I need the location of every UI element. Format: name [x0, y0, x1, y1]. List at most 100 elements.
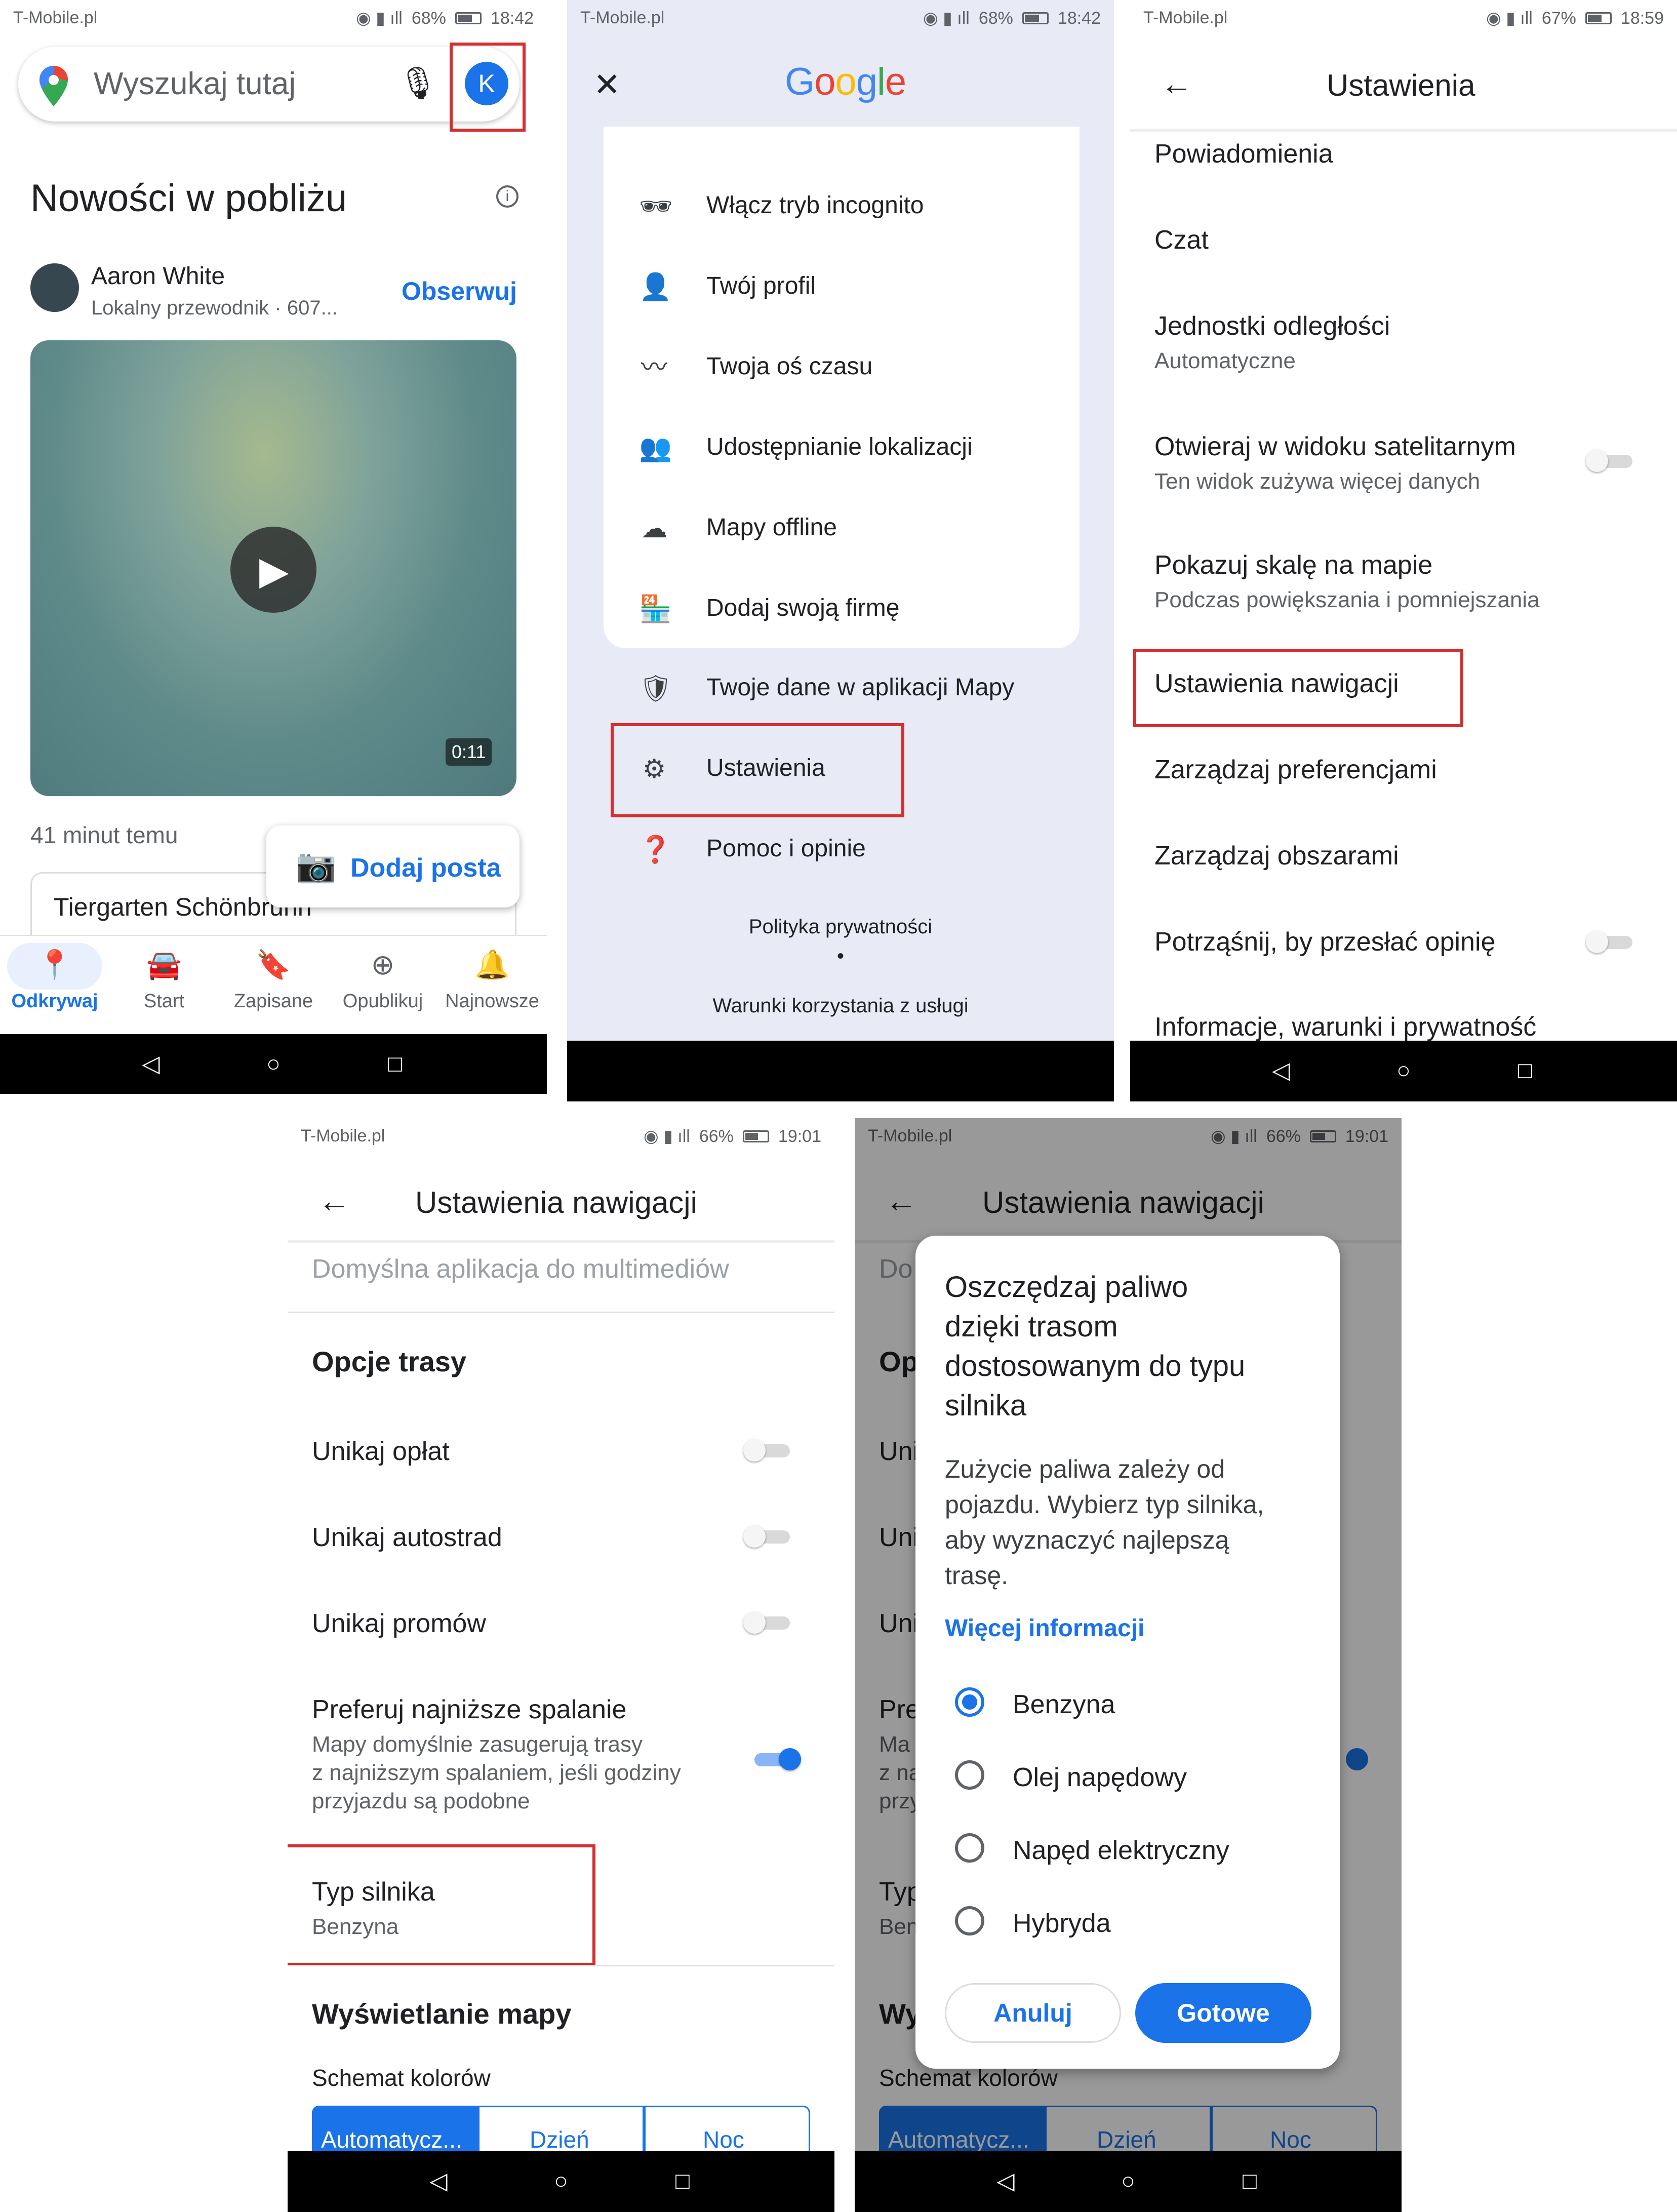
- author-avatar: [30, 263, 79, 312]
- color-scheme-label: Schemat kolorów: [312, 2065, 491, 2091]
- bell-icon: 🔔: [474, 949, 510, 980]
- bottom-nav-item-latest[interactable]: 🔔 Najnowsze: [437, 943, 547, 1029]
- back-nav-icon[interactable]: ◁: [991, 2166, 1020, 2195]
- done-button[interactable]: Gotowe: [1135, 1983, 1311, 2043]
- home-nav-icon[interactable]: ○: [259, 1049, 288, 1078]
- section-title: Nowości w pobliżu: [30, 177, 347, 220]
- header-divider: [1130, 129, 1677, 132]
- eco-route-toggle[interactable]: [750, 1748, 801, 1770]
- option-petrol-label[interactable]: Benzyna: [1013, 1689, 1115, 1720]
- dialog-title-line-4: silnika: [945, 1389, 1027, 1422]
- media-app-setting[interactable]: Domyślna aplikacja do multimediów: [312, 1254, 729, 1284]
- dialog-title-line-3: dostosowanym do typu: [945, 1350, 1246, 1382]
- back-nav-icon[interactable]: ◁: [424, 2166, 453, 2195]
- header-divider: [288, 1240, 834, 1243]
- shield-icon: 🛡: [639, 674, 673, 703]
- setting-about[interactable]: Informacje, warunki i prywatność: [1154, 1012, 1536, 1042]
- author-name[interactable]: Aaron White: [91, 262, 225, 290]
- panel-settings: T-Mobile.pl ◉ ▮ ıll 67% 18:59 ← Ustawienia…: [1130, 0, 1677, 1101]
- back-arrow-icon[interactable]: ←: [1161, 65, 1193, 102]
- menu-item-your-data[interactable]: 🛡 Twoje dane w aplikacji Mapy: [567, 648, 1114, 729]
- highlight-navigation-settings: [1133, 649, 1463, 727]
- avoid-highways-toggle[interactable]: [743, 1525, 794, 1548]
- google-logo: Google: [785, 60, 906, 103]
- eco-route-desc-1: Mapy domyślnie zasugerują trasy: [312, 1732, 643, 1757]
- cancel-button[interactable]: Anuluj: [945, 1983, 1121, 2043]
- setting-satellite[interactable]: Otwieraj w widoku satelitarnym: [1154, 431, 1516, 462]
- bottom-nav-item-publish[interactable]: ⊕ Opublikuj: [328, 943, 437, 1029]
- bookmark-icon: 🔖: [256, 949, 291, 980]
- menu-item-profile[interactable]: 👤 Twój profil: [604, 247, 1080, 327]
- highlight-avatar: [450, 43, 526, 132]
- battery-icon: [455, 12, 482, 24]
- setting-areas[interactable]: Zarządzaj obszarami: [1154, 841, 1399, 871]
- more-info-link[interactable]: Więcej informacji: [945, 1614, 1144, 1642]
- search-input[interactable]: Wyszukaj tutaj: [94, 66, 296, 102]
- recents-nav-icon[interactable]: □: [381, 1049, 409, 1078]
- close-icon[interactable]: ✕: [593, 66, 621, 104]
- menu-item-location-sharing[interactable]: 👥 Udostępnianie lokalizacji: [604, 408, 1080, 488]
- option-hybrid-label[interactable]: Hybryda: [1013, 1908, 1111, 1939]
- back-nav-icon[interactable]: ◁: [137, 1049, 165, 1078]
- menu-item-add-business[interactable]: 🏪 Dodaj swoją firmę: [604, 569, 1080, 649]
- setting-chat[interactable]: Czat: [1154, 225, 1209, 255]
- back-nav-icon[interactable]: ◁: [1267, 1056, 1295, 1084]
- radio-diesel[interactable]: [955, 1760, 984, 1790]
- setting-show-scale[interactable]: Pokazuj skalę na mapie: [1154, 550, 1432, 580]
- menu-item-label: Mapy offline: [706, 514, 837, 541]
- privacy-link[interactable]: Polityka prywatności: [567, 916, 1114, 938]
- setting-distance-units[interactable]: Jednostki odległości: [1154, 311, 1390, 341]
- recents-nav-icon[interactable]: □: [1511, 1056, 1539, 1084]
- recents-nav-icon[interactable]: □: [668, 2166, 697, 2195]
- car-icon: 🚘: [146, 949, 182, 980]
- recents-nav-icon[interactable]: □: [1235, 2166, 1264, 2195]
- menu-item-help[interactable]: ❓ Pomoc i opinie: [567, 809, 1114, 890]
- terms-link[interactable]: Warunki korzystania z usługi: [567, 995, 1114, 1017]
- radio-petrol[interactable]: [955, 1687, 984, 1717]
- timeline-icon: 〰: [641, 353, 667, 382]
- option-electric-label[interactable]: Napęd elektryczny: [1013, 1835, 1229, 1866]
- microphone-icon[interactable]: 🎙: [398, 65, 438, 102]
- signal-icon: ◉ ▮ ıll: [923, 9, 970, 28]
- video-duration: 0:11: [446, 738, 492, 766]
- bottom-nav-item-start[interactable]: 🚘 Start: [109, 943, 219, 1029]
- satellite-toggle[interactable]: [1586, 450, 1636, 472]
- back-arrow-icon[interactable]: ←: [318, 1182, 350, 1219]
- home-nav-icon[interactable]: ○: [1114, 2166, 1142, 2195]
- battery-level: 68%: [411, 8, 446, 28]
- avoid-ferries-toggle[interactable]: [743, 1611, 794, 1634]
- menu-item-timeline[interactable]: 〰 Twoja oś czasu: [604, 327, 1080, 408]
- home-nav-icon[interactable]: ○: [1389, 1056, 1418, 1084]
- follow-button[interactable]: Obserwuj: [402, 276, 517, 306]
- setting-preferences[interactable]: Zarządzaj preferencjami: [1154, 755, 1437, 785]
- nav-label: Najnowsze: [445, 991, 539, 1012]
- menu-card: 🕶 Włącz tryb incognito 👤 Twój profil 〰 Twoj…: [604, 127, 1080, 648]
- radio-electric[interactable]: [955, 1833, 984, 1863]
- panel-navigation-settings: T-Mobile.pl ◉ ▮ ıll 66% 19:01 ← Ustawienia…: [288, 1118, 834, 2212]
- radio-hybrid[interactable]: [955, 1906, 984, 1936]
- maps-pin-logo-icon: [39, 66, 68, 106]
- menu-item-offline-maps[interactable]: ☁ Mapy offline: [604, 488, 1080, 569]
- cancel-label: Anuluj: [993, 1999, 1072, 2027]
- bottom-nav-item-explore[interactable]: 📍 Odkrywaj: [0, 943, 109, 1029]
- page-title: Ustawienia nawigacji: [415, 1186, 697, 1219]
- map-display-header: Wyświetlanie mapy: [312, 1998, 572, 2030]
- option-diesel-label[interactable]: Olej napędowy: [1013, 1762, 1187, 1793]
- menu-item-label: Twój profil: [706, 272, 816, 299]
- info-icon[interactable]: i: [496, 185, 518, 208]
- shake-feedback-toggle[interactable]: [1586, 931, 1636, 953]
- home-nav-icon[interactable]: ○: [547, 2166, 575, 2195]
- menu-item-incognito[interactable]: 🕶 Włącz tryb incognito: [604, 166, 1080, 247]
- help-icon: ❓: [639, 835, 672, 864]
- menu-item-label: Twoja oś czasu: [706, 353, 873, 380]
- highlight-settings: [611, 723, 904, 817]
- setting-shake-feedback[interactable]: Potrząśnij, by przesłać opinię: [1154, 927, 1495, 957]
- setting-notifications[interactable]: Powiadomienia: [1154, 139, 1333, 169]
- avoid-tolls-toggle[interactable]: [743, 1439, 794, 1462]
- person-icon: 👤: [639, 272, 672, 302]
- bottom-nav-item-saved[interactable]: 🔖 Zapisane: [219, 943, 328, 1029]
- page-title: Ustawienia: [1327, 68, 1475, 102]
- location-sharing-icon: 👥: [639, 433, 672, 463]
- setting-distance-units-value: Automatyczne: [1154, 348, 1296, 373]
- panel-account-menu: T-Mobile.pl ◉ ▮ ıll 68% 18:42 ✕ Google 🕶 Wł…: [567, 0, 1114, 1101]
